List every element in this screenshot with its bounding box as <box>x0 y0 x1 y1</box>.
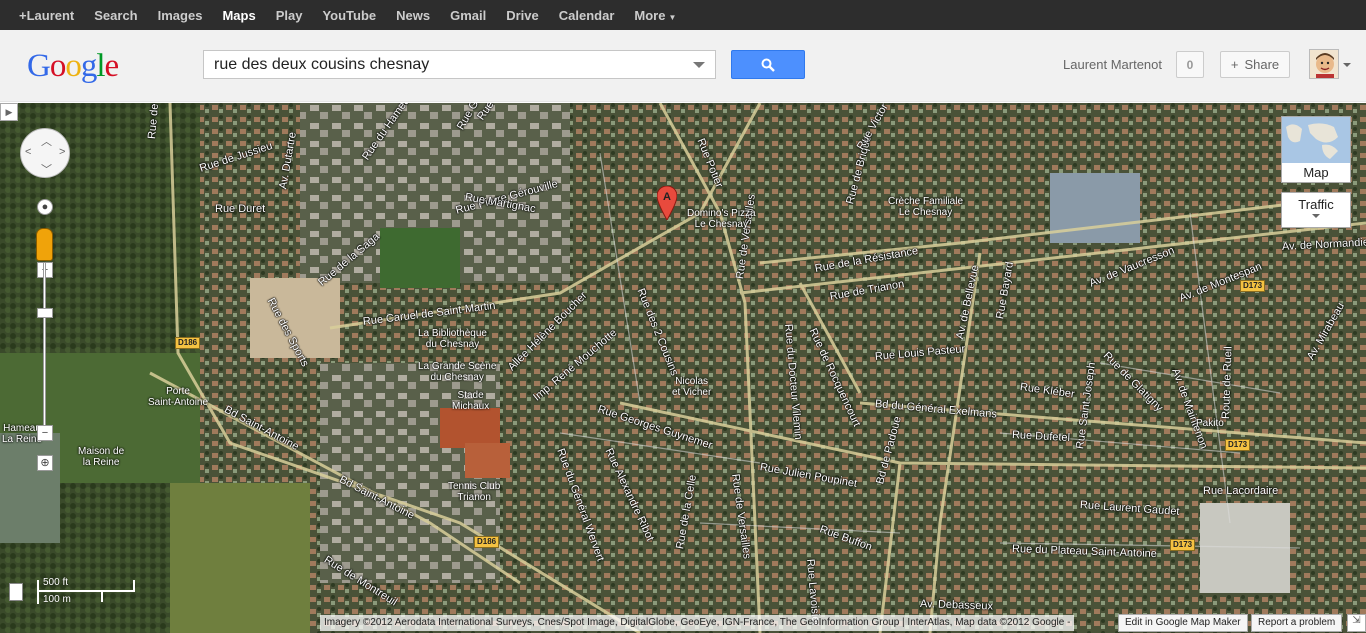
search-dropdown-icon[interactable] <box>693 62 705 68</box>
route-shield: D186 <box>175 337 201 349</box>
share-button[interactable]: + Share <box>1220 51 1290 78</box>
gbar-item-maps[interactable]: Maps <box>222 8 255 23</box>
pan-down-icon[interactable]: ﹀ <box>41 161 52 177</box>
expand-panel-button[interactable]: ▶ <box>0 103 18 121</box>
route-shield: D186 <box>474 536 500 548</box>
zoom-out-button[interactable]: − <box>37 425 53 441</box>
user-name[interactable]: Laurent Martenot <box>1063 57 1162 72</box>
logo-letter: e <box>104 48 120 84</box>
poi-dominos-pizza[interactable]: Domino's Pizza Le Chesnay <box>687 208 756 230</box>
collapse-corner-icon[interactable]: ⇲ <box>1347 614 1366 632</box>
traffic-label: Traffic <box>1298 197 1334 212</box>
gbar-item-youtube[interactable]: YouTube <box>322 8 376 23</box>
map-canvas[interactable]: Rue Caruel de Saint-Martin Rue des Sport… <box>0 103 1366 633</box>
poi-nicolas[interactable]: Nicolas et Vicher <box>672 376 711 398</box>
map-type-label: Map <box>1303 165 1329 180</box>
gbar-item-calendar[interactable]: Calendar <box>559 8 615 23</box>
chevron-down-icon: ▼ <box>668 12 677 22</box>
gbar-item-gmail[interactable]: Gmail <box>450 8 486 23</box>
scale-line <box>37 590 135 592</box>
poi-pakito[interactable]: Pakito <box>1196 418 1224 429</box>
google-logo[interactable]: Google <box>27 48 120 85</box>
gbar-more-label: More <box>634 7 666 23</box>
avatar-face-icon <box>1310 50 1338 78</box>
avatar[interactable] <box>1309 49 1339 79</box>
map-type-control[interactable]: Map <box>1281 116 1351 183</box>
street-label: Route de Rueil <box>1220 346 1235 420</box>
gbar-item-plus-laurent[interactable]: +Laurent <box>19 8 74 23</box>
header: Google Laurent Martenot 0 + Share <box>0 30 1366 102</box>
poi-creche[interactable]: Crèche Familiale Le Chesnay <box>888 196 963 218</box>
gbar-item-news[interactable]: News <box>396 8 430 23</box>
pan-right-icon[interactable]: > <box>59 146 65 158</box>
route-shield: D173 <box>1225 439 1251 451</box>
poi-tennis-club[interactable]: Tennis Club Trianon <box>448 481 500 503</box>
pan-control[interactable]: ︿ ﹀ < > <box>20 128 70 178</box>
google-bar: +Laurent Search Images Maps Play YouTube… <box>0 0 1366 30</box>
poi-bibliotheque[interactable]: La Bibliothèque du Chesnay <box>418 328 487 350</box>
marker-letter: A <box>663 191 671 203</box>
scale-imperial: 500 ft <box>43 577 69 588</box>
chevron-down-icon <box>1312 214 1320 218</box>
poi-maison-reine[interactable]: Maison de la Reine <box>78 446 124 468</box>
pegman-icon[interactable] <box>36 228 53 261</box>
logo-letter: g <box>80 48 97 84</box>
recenter-icon[interactable]: ● <box>37 199 53 215</box>
search-button[interactable] <box>731 50 805 79</box>
scale-metric: 100 m <box>43 594 71 605</box>
gbar-item-drive[interactable]: Drive <box>506 8 539 23</box>
poi-grande-scene[interactable]: La Grande Scène du Chesnay <box>418 361 496 383</box>
scale-bar: 500 ft 100 m <box>35 577 135 607</box>
search-icon <box>761 58 775 72</box>
logo-letter: G <box>27 48 51 84</box>
avatar-menu-caret-icon[interactable] <box>1343 63 1351 67</box>
logo-letter: l <box>96 48 105 84</box>
search-box <box>203 50 716 79</box>
poi-porte-saint-antoine[interactable]: Porte Saint-Antoine <box>148 386 208 408</box>
gbar-item-play[interactable]: Play <box>276 8 303 23</box>
edit-map-maker-link[interactable]: Edit in Google Map Maker <box>1118 614 1248 632</box>
route-shield: D173 <box>1240 280 1266 292</box>
chevron-right-icon: ▶ <box>5 106 13 117</box>
map-pin-icon: A <box>656 185 678 221</box>
zoom-slider-rail[interactable] <box>43 262 46 432</box>
share-label: Share <box>1244 57 1280 72</box>
street-label: Rue Duret <box>215 203 266 215</box>
zoom-magnifier-icon[interactable]: ⊕ <box>37 455 53 471</box>
poi-stade-michaux[interactable]: Stade Michaux <box>452 390 489 412</box>
gbar-more-menu[interactable]: More ▼ <box>634 8 676 23</box>
location-marker[interactable]: A <box>656 185 678 221</box>
overview-map-toggle-icon[interactable] <box>9 583 23 601</box>
pan-left-icon[interactable]: < <box>25 146 31 158</box>
logo-letter: o <box>49 48 66 84</box>
gbar-item-search[interactable]: Search <box>94 8 137 23</box>
plus-icon: + <box>1230 57 1239 72</box>
street-label: Av. Debasseux <box>919 598 994 613</box>
search-input[interactable] <box>204 55 674 74</box>
notification-count[interactable]: 0 <box>1176 51 1204 78</box>
scale-tick <box>37 580 39 604</box>
map-type-thumbnail <box>1282 117 1350 163</box>
report-problem-link[interactable]: Report a problem <box>1251 614 1343 632</box>
gbar-item-images[interactable]: Images <box>158 8 203 23</box>
street-label: Rue Lacordaire <box>1203 485 1279 497</box>
traffic-layer-button[interactable]: Traffic <box>1281 192 1351 228</box>
zoom-slider-handle[interactable] <box>37 308 53 318</box>
pan-up-icon[interactable]: ︿ <box>41 133 52 149</box>
logo-letter: o <box>65 48 81 84</box>
world-map-icon <box>1282 117 1350 163</box>
satellite-imagery <box>0 103 1366 633</box>
route-shield: D173 <box>1170 539 1196 551</box>
map-attribution: Imagery ©2012 Aerodata International Sur… <box>320 615 1075 631</box>
